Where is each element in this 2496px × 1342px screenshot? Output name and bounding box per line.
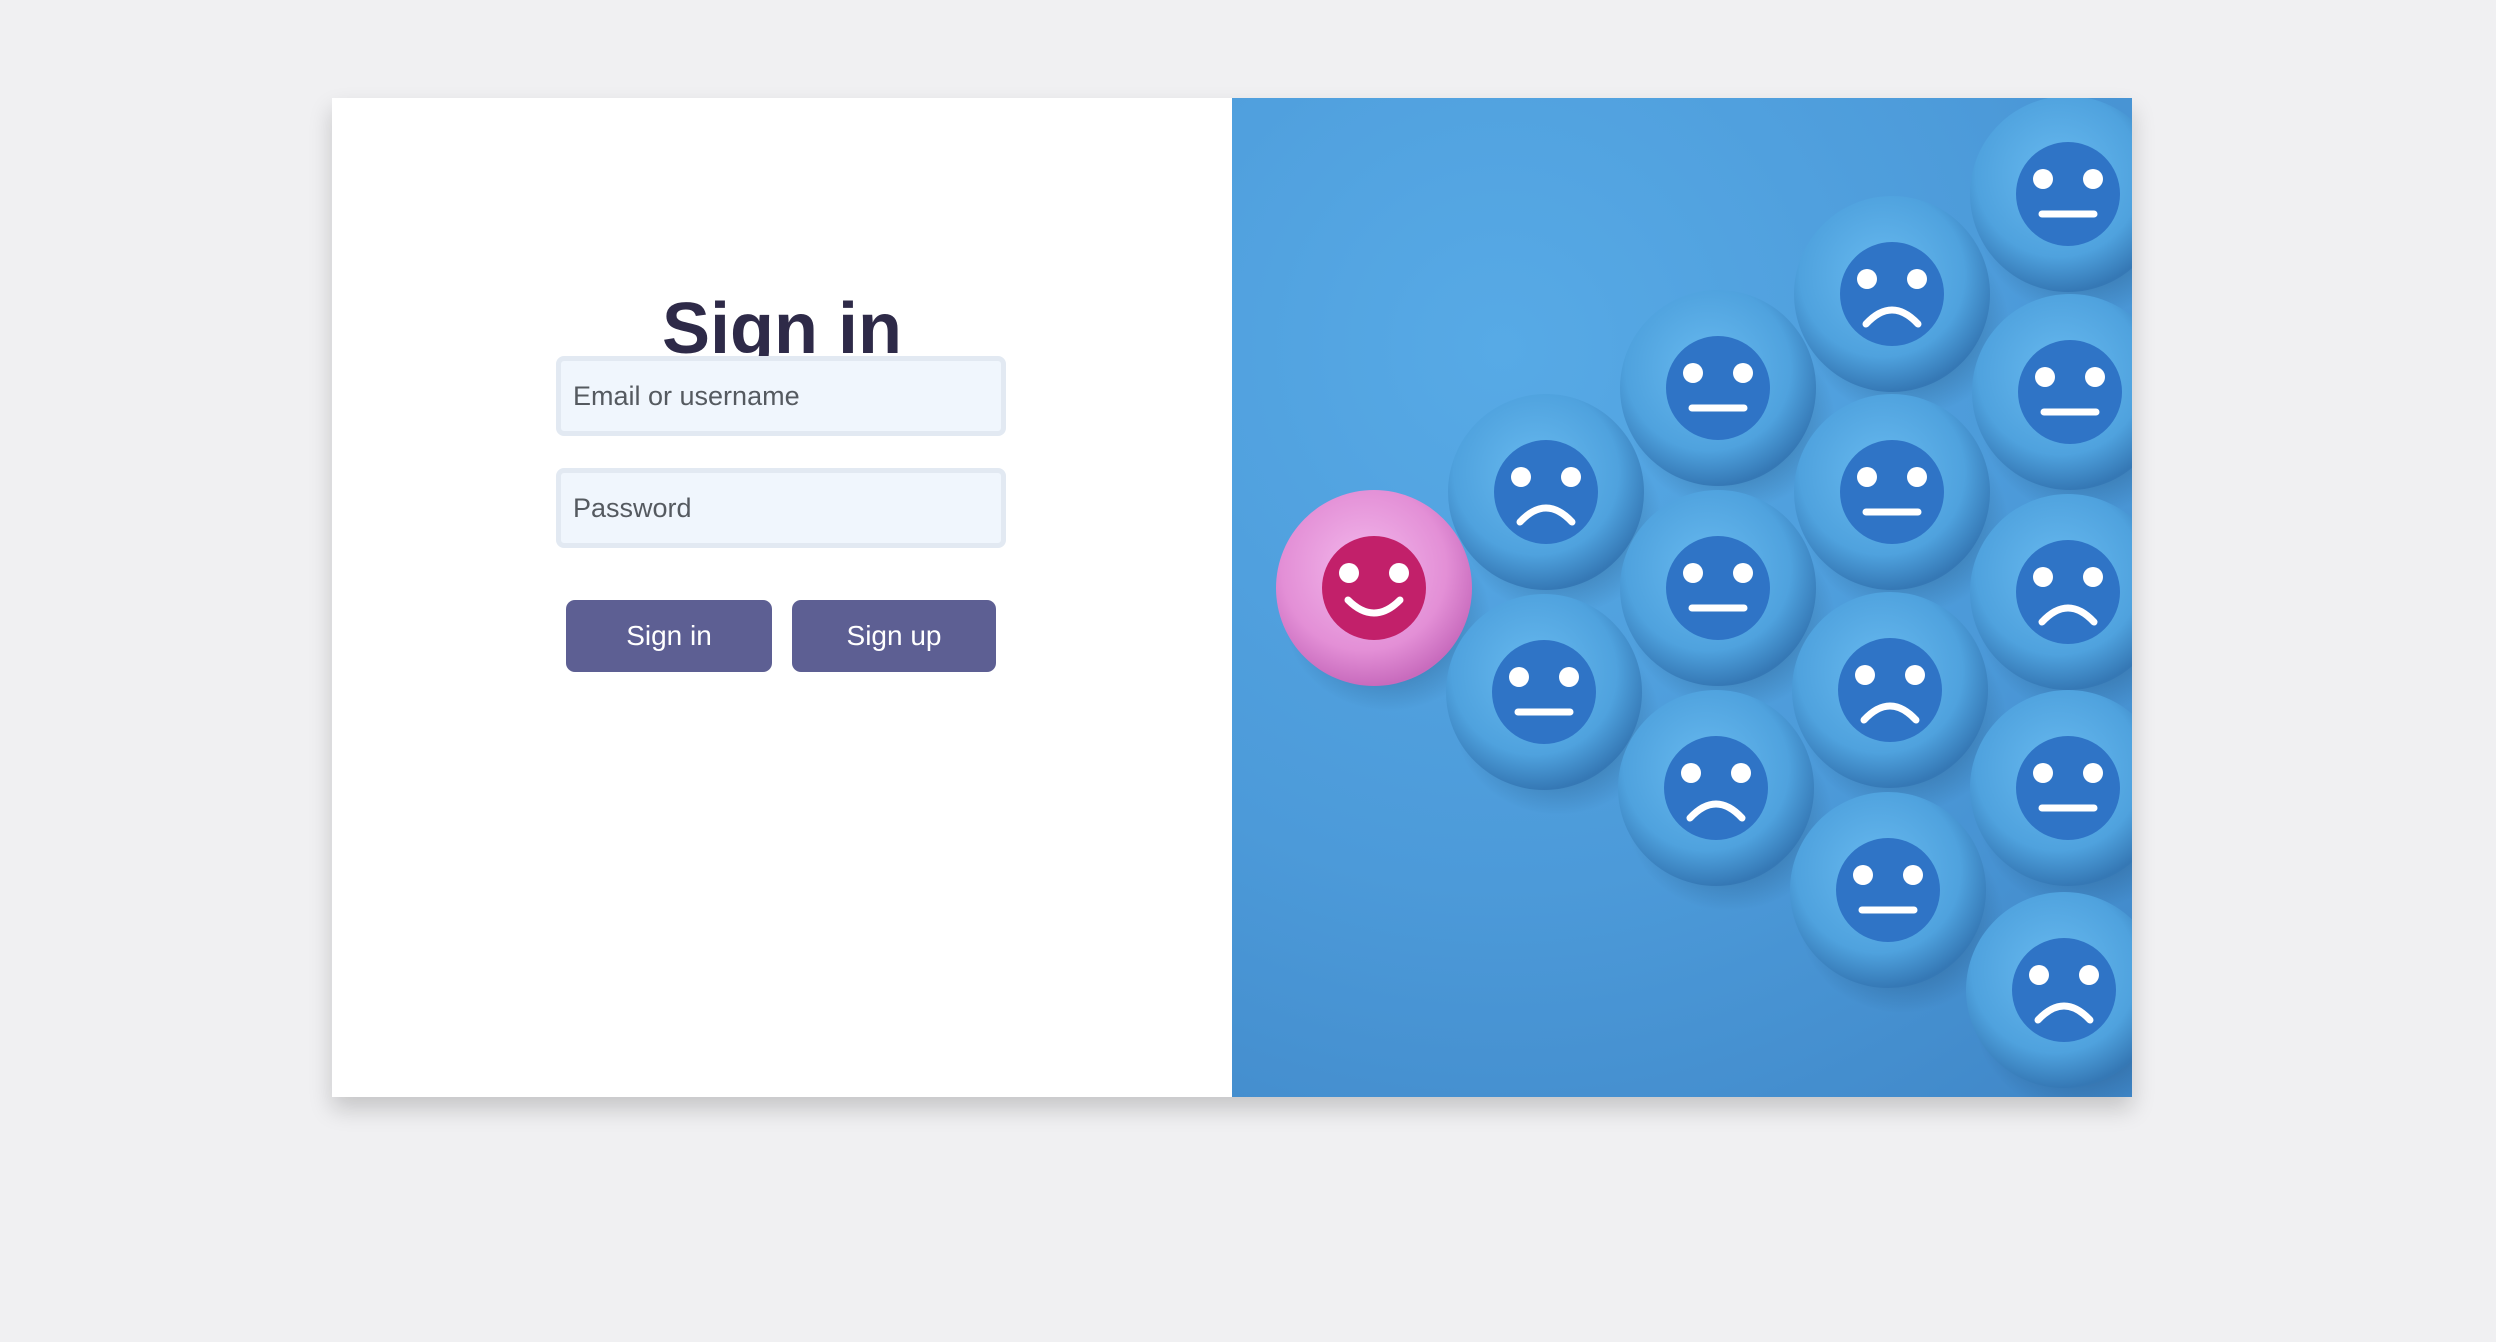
email-field[interactable] (556, 356, 1006, 436)
signin-button[interactable]: Sign in (566, 600, 772, 672)
password-field[interactable] (556, 468, 1006, 548)
emoji-balls-image (1276, 98, 2132, 1097)
signin-form-panel: Sign in Sign in Sign up (332, 98, 1232, 1097)
emoji-illustration (1232, 98, 2132, 1097)
signup-button[interactable]: Sign up (792, 600, 996, 672)
login-card: Sign in Sign in Sign up (332, 98, 2132, 1097)
